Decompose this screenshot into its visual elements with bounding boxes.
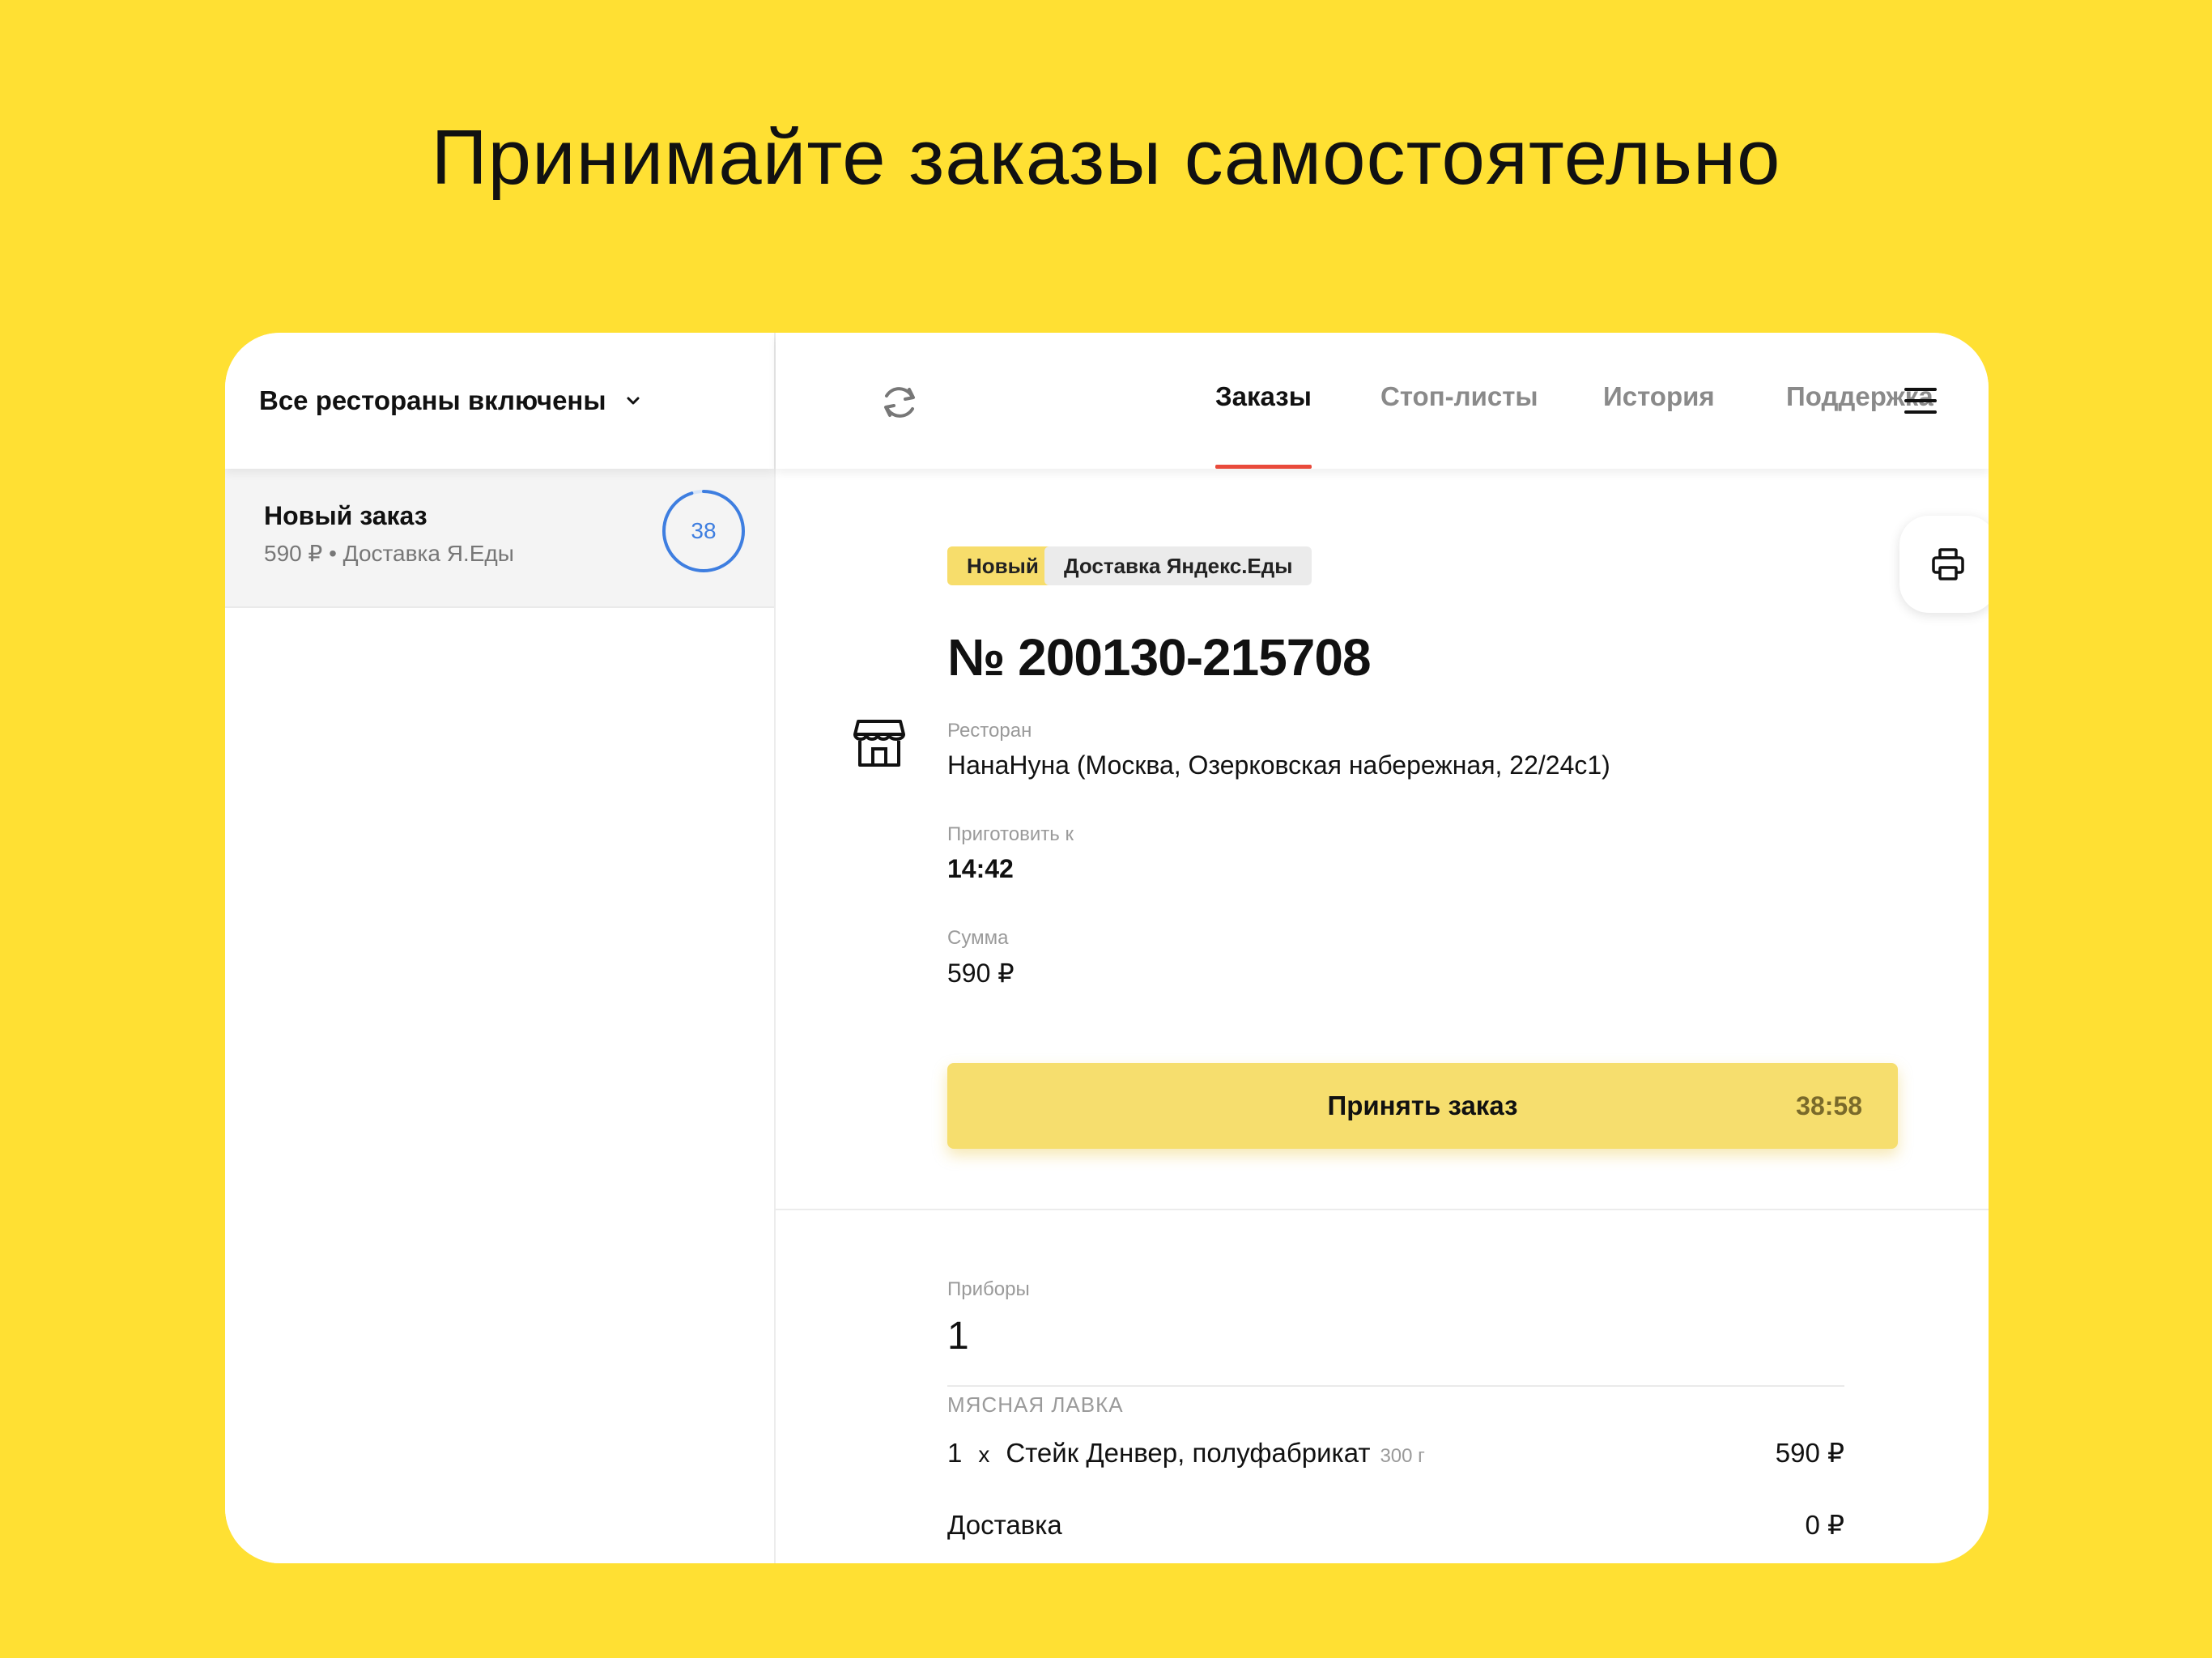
status-badge: Новый xyxy=(947,546,1058,585)
order-timer-value: 38 xyxy=(691,518,717,543)
page-headline: Принимайте заказы самостоятельно xyxy=(431,114,1781,201)
restaurant-label: Ресторан xyxy=(947,720,1032,742)
accept-order-timer: 38:58 xyxy=(1796,1090,1862,1120)
cutlery-value: 1 xyxy=(947,1315,969,1358)
sum-label: Сумма xyxy=(947,927,1009,949)
items-divider-line xyxy=(947,1385,1844,1387)
delivery-label: Доставка xyxy=(947,1510,1062,1540)
item-qty: 1 xyxy=(947,1438,963,1468)
cutlery-label: Приборы xyxy=(947,1278,1030,1300)
accept-order-label: Принять заказ xyxy=(1327,1090,1518,1120)
print-button[interactable] xyxy=(1899,516,1989,613)
section-divider xyxy=(776,1209,1989,1210)
item-name: Стейк Денвер, полуфабрикат xyxy=(1006,1438,1371,1468)
hamburger-menu-icon xyxy=(1904,388,1937,414)
refresh-icon[interactable] xyxy=(877,380,922,425)
items-category-label: МЯСНАЯ ЛАВКА xyxy=(947,1392,1124,1417)
tab-orders[interactable]: Заказы xyxy=(1215,381,1312,469)
restaurant-value: НанаНуна (Москва, Озерковская набережная… xyxy=(947,750,1610,780)
cook-by-value: 14:42 xyxy=(947,854,1014,883)
app-window: Все рестораны включены Новый заказ 590 ₽… xyxy=(225,333,1989,1563)
item-price: 590 ₽ xyxy=(1775,1438,1844,1468)
store-icon xyxy=(852,718,907,768)
order-item-subtitle: 590 ₽ • Доставка Я.Еды xyxy=(264,541,514,566)
restaurants-toggle[interactable]: Все рестораны включены xyxy=(225,333,774,469)
menu-button[interactable] xyxy=(1853,333,1989,469)
top-nav: Заказы Стоп-листы История Поддержка xyxy=(776,333,1989,469)
tab-history[interactable]: История xyxy=(1603,381,1715,469)
item-multiply: x xyxy=(978,1442,990,1467)
delivery-type-badge: Доставка Яндекс.Еды xyxy=(1044,546,1312,585)
order-item-row: 1 x Стейк Денвер, полуфабрикат 300 г 590… xyxy=(947,1437,1844,1469)
delivery-price: 0 ₽ xyxy=(1805,1510,1844,1540)
item-weight: 300 г xyxy=(1380,1445,1425,1467)
printer-icon xyxy=(1932,548,1964,580)
orders-sidebar: Все рестораны включены Новый заказ 590 ₽… xyxy=(225,333,776,1563)
delivery-row: Доставка 0 ₽ xyxy=(947,1509,1844,1541)
tab-stop-lists[interactable]: Стоп-листы xyxy=(1380,381,1538,469)
order-item-title: Новый заказ xyxy=(264,501,428,530)
order-timer-ring: 38 xyxy=(661,488,747,574)
order-number: № 200130-215708 xyxy=(947,628,1372,687)
order-list-item[interactable]: Новый заказ 590 ₽ • Доставка Я.Еды 38 xyxy=(225,469,774,608)
cook-by-label: Приготовить к xyxy=(947,823,1074,845)
restaurants-toggle-label: Все рестораны включены xyxy=(259,385,606,415)
chevron-down-icon xyxy=(624,392,642,410)
accept-order-button[interactable]: Принять заказ 38:58 xyxy=(947,1063,1898,1149)
sum-value: 590 ₽ xyxy=(947,959,1015,988)
